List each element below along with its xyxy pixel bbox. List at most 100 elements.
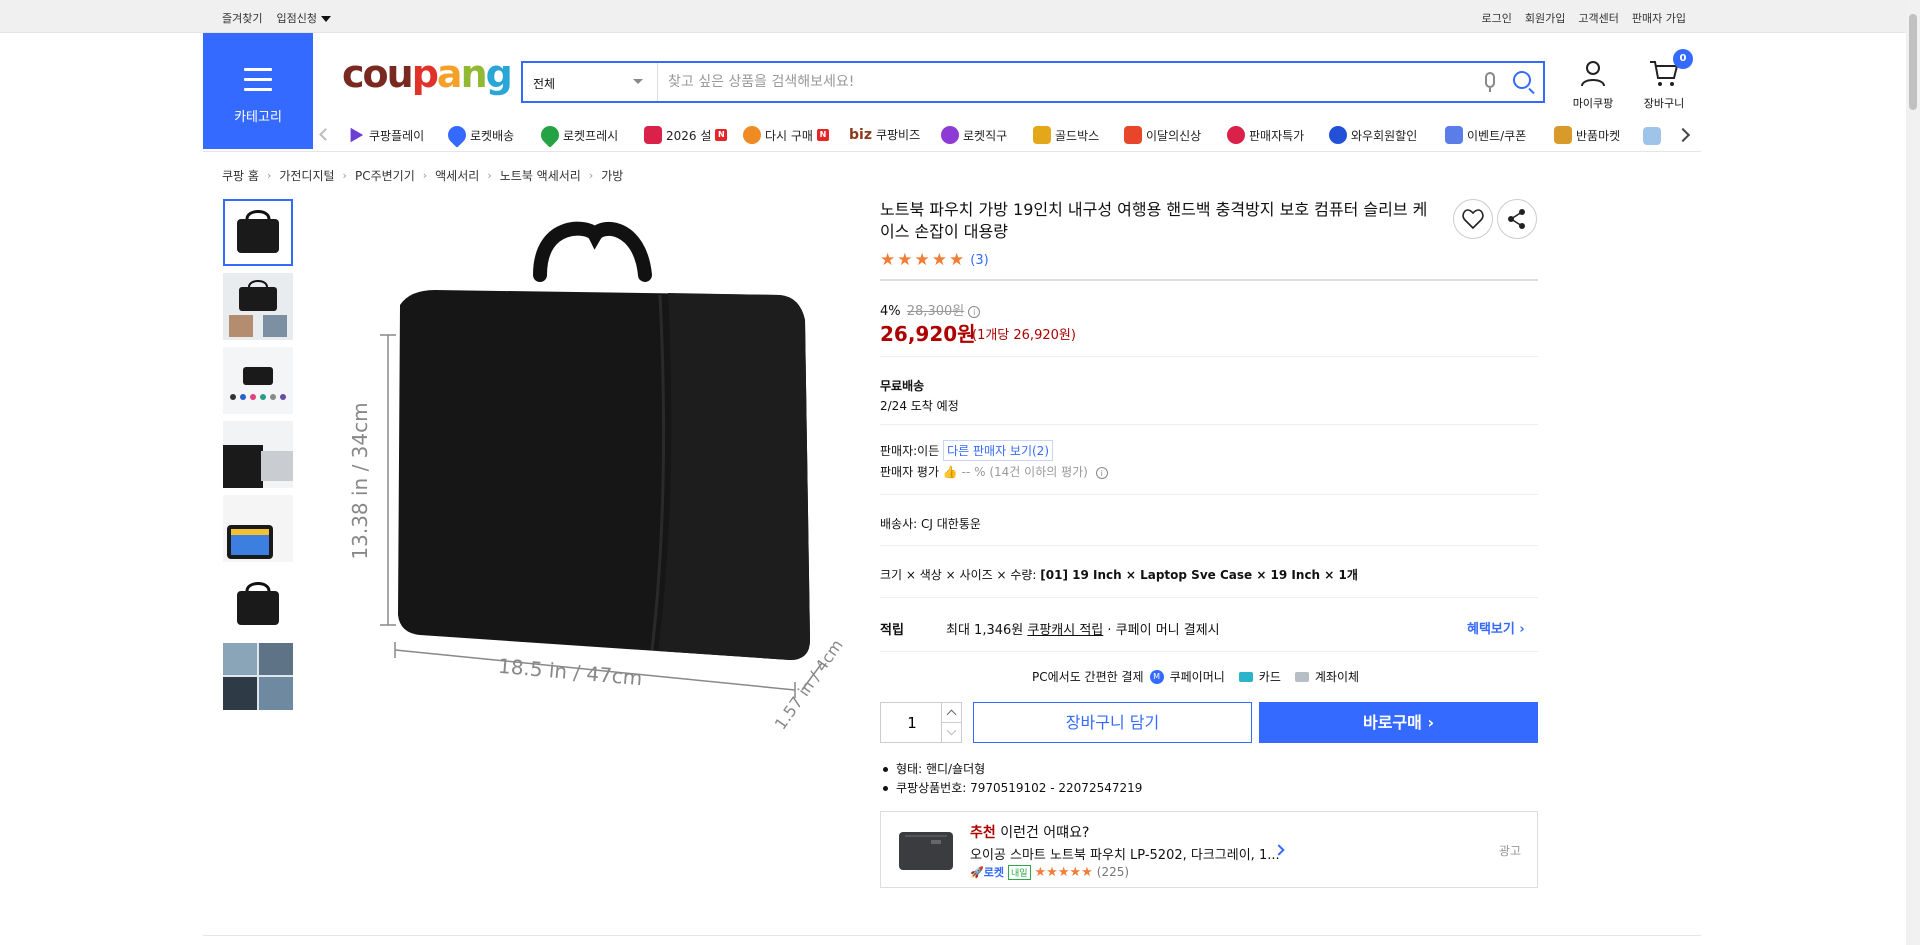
share-button[interactable] [1497, 199, 1537, 239]
share-icon [1508, 209, 1525, 229]
category-button[interactable]: 카테고리 [203, 33, 313, 149]
login-link[interactable]: 로그인 [1482, 10, 1512, 26]
coupang-logo[interactable]: coupang [342, 52, 513, 96]
breadcrumb-separator-icon: › [422, 169, 428, 182]
coupang-cash-link[interactable]: 쿠팡캐시 적립 [1027, 623, 1103, 638]
service-nav: 쿠팡플레이 로켓배송 로켓프레시 2026 설N 다시 구매 N biz 쿠팡비즈 … [317, 122, 1691, 150]
nav-rocket-delivery[interactable]: 로켓배송 [444, 122, 514, 148]
reward-condition: · 쿠페이 머니 결제시 [1107, 623, 1220, 638]
nav-label: 로켓직구 [963, 128, 1008, 143]
nav-coupang-play[interactable]: 쿠팡플레이 [347, 126, 424, 144]
product-thumbnail-6[interactable] [223, 569, 293, 636]
play-icon [350, 127, 364, 143]
recommendation-card[interactable]: 추천 이런건 어떄요? 오이공 스마트 노트북 파우치 LP-5202, 다크그… [880, 811, 1538, 888]
product-thumbnail-1[interactable] [223, 199, 293, 266]
main-product-image[interactable]: 13.38 in / 34cm 18.5 in / 47cm 1.57 in /… [340, 195, 860, 735]
seller-divider [880, 494, 1538, 495]
review-count-link[interactable]: (3) [970, 253, 988, 268]
bookmark-link[interactable]: 즐겨찾기 [222, 10, 262, 26]
search-bar: 전체 [521, 61, 1545, 103]
recommend-product-name[interactable]: 오이공 스마트 노트북 파우치 LP-5202, 다크그레이, 1... [970, 844, 1280, 863]
seller-rating-value: -- % [961, 465, 986, 479]
chevron-right-icon: › [1519, 622, 1525, 637]
microphone-icon[interactable] [1485, 72, 1495, 92]
product-thumbnail-2[interactable] [223, 273, 293, 340]
carrier-name: CJ 대한통운 [921, 517, 981, 531]
breadcrumb-home[interactable]: 쿠팡 홈 [222, 167, 259, 184]
other-sellers-button[interactable]: 다른 판매자 보기(2) [943, 440, 1054, 461]
signup-link[interactable]: 회원가입 [1525, 10, 1565, 26]
star-icon: ★ [949, 250, 965, 270]
info-icon[interactable]: i [968, 305, 981, 318]
breadcrumb-item[interactable]: 가전디지털 [279, 167, 334, 184]
breadcrumb-item[interactable]: 가방 [601, 167, 623, 184]
card-icon [1238, 671, 1253, 682]
attribute-item: 형태: 핸디/숄더형 [880, 760, 1142, 779]
sale-price: 26,920원 [880, 322, 976, 346]
product-thumbnail-4[interactable] [223, 421, 293, 488]
rating-stars[interactable]: ★ ★ ★ ★ ★ (3) [880, 252, 989, 269]
recommend-meta: 🚀로켓 내일 ★★★★★ (225) [970, 864, 1129, 880]
nav-wow-discount[interactable]: 와우회원할인 [1329, 126, 1417, 144]
wishlist-button[interactable] [1453, 199, 1493, 239]
more-service-icon [1643, 127, 1661, 145]
breadcrumb-item[interactable]: 노트북 액세서리 [500, 167, 581, 184]
info-icon[interactable]: i [1095, 466, 1108, 479]
tomorrow-tag: 내일 [1007, 864, 1031, 880]
option-row[interactable]: 크기 × 색상 × 사이즈 × 수량: [01] 19 Inch × Lapto… [880, 566, 1358, 583]
dropdown-arrow-icon [633, 79, 643, 84]
rocket-label: 로켓 [983, 866, 1004, 879]
search-icon[interactable] [1513, 71, 1531, 89]
quantity-increase-button[interactable] [941, 703, 961, 723]
nav-monthly-new[interactable]: 이달의신상 [1124, 126, 1201, 144]
nav-rebuy[interactable]: 다시 구매 N [743, 126, 829, 144]
nav-label: 이달의신상 [1146, 128, 1202, 143]
nav-coupang-biz[interactable]: biz 쿠팡비즈 [849, 126, 920, 143]
nav-seller-deal[interactable]: 판매자특가 [1227, 126, 1304, 144]
shipping-divider [880, 424, 1538, 425]
product-thumbnail-7[interactable] [223, 643, 293, 710]
breadcrumb-item[interactable]: 액세서리 [435, 167, 479, 184]
benefit-link[interactable]: 혜택보기 › [1467, 618, 1525, 637]
nav-label: 와우회원할인 [1351, 128, 1418, 143]
breadcrumb-item[interactable]: PC주변기기 [355, 167, 415, 184]
quantity-decrease-button[interactable] [941, 722, 961, 742]
recommend-title: 이런건 어떄요? [1000, 825, 1090, 841]
quantity-input[interactable] [881, 703, 943, 742]
nav-rocket-global[interactable]: 로켓직구 [941, 126, 1007, 144]
my-coupang-button[interactable]: 마이쿠팡 [1563, 58, 1623, 111]
search-scope-value: 전체 [533, 77, 556, 91]
nav-event-coupon[interactable]: 이벤트/쿠폰 [1445, 126, 1526, 144]
caret-down-icon [320, 16, 331, 22]
customer-center-link[interactable]: 고객센터 [1578, 10, 1618, 26]
chevron-left-icon[interactable] [319, 128, 332, 141]
star-icon: ★ [880, 250, 896, 270]
option-label: 크기 × 색상 × 사이즈 × 수량: [880, 568, 1037, 582]
search-input[interactable] [668, 67, 1448, 97]
nav-label: 쿠팡플레이 [369, 128, 425, 143]
vendor-apply-link[interactable]: 입점신청 [276, 10, 331, 26]
header-divider [203, 151, 1701, 152]
page-scrollbar[interactable] [1906, 0, 1920, 945]
add-to-cart-button[interactable]: 장바구니 담기 [973, 702, 1252, 743]
rocket-badge: 🚀로켓 [970, 866, 1004, 879]
carrier-row: 배송사: CJ 대한통운 [880, 515, 981, 532]
chevron-right-icon[interactable] [1675, 127, 1691, 143]
search-scope-select[interactable]: 전체 [523, 63, 658, 101]
buy-now-button[interactable]: 바로구매 › [1259, 702, 1538, 743]
nav-rocket-fresh[interactable]: 로켓프레시 [537, 122, 618, 148]
product-thumbnail-3[interactable] [223, 347, 293, 414]
nav-goldbox[interactable]: 골드박스 [1033, 126, 1099, 144]
nav-label: 2026 설 [666, 128, 712, 143]
seller-name[interactable]: 이든 [917, 444, 939, 458]
content-divider [203, 935, 1701, 936]
breadcrumb: 쿠팡 홈 › 가전디지털 › PC주변기기 › 액세서리 › 노트북 액세서리 › 가방 [222, 167, 623, 184]
logo-letter-a: a [436, 52, 463, 96]
hamburger-icon [244, 68, 272, 98]
nav-2026-seol[interactable]: 2026 설N [644, 126, 728, 144]
product-thumbnail-5[interactable] [223, 495, 293, 562]
new-icon [1124, 126, 1142, 144]
seller-signup-link[interactable]: 판매자 가입 [1632, 10, 1686, 26]
nav-return-market[interactable]: 반품마켓 [1554, 126, 1620, 144]
scrollbar-thumb[interactable] [1909, 14, 1917, 110]
